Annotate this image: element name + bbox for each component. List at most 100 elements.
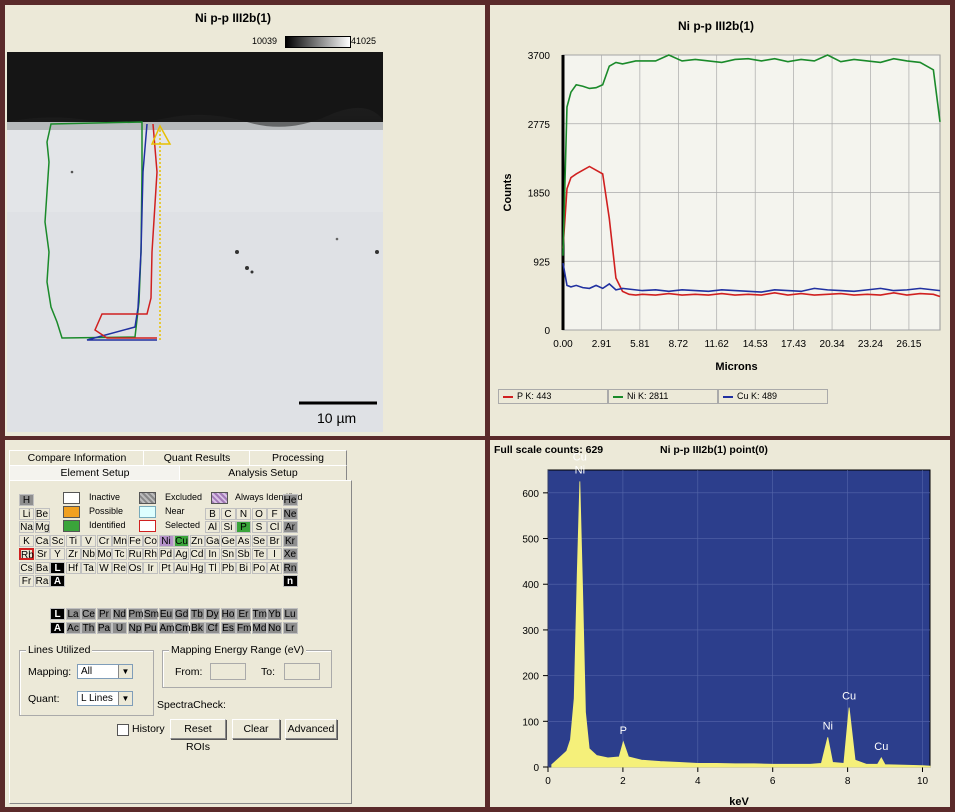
element-hf[interactable]: Hf xyxy=(65,561,81,574)
element-ce[interactable]: Ce xyxy=(81,608,96,620)
element-la[interactable]: La xyxy=(65,608,81,620)
reset-rois-button[interactable]: Reset ROIs xyxy=(170,719,226,753)
element-n[interactable]: n xyxy=(282,575,298,587)
element-au[interactable]: Au xyxy=(174,561,189,574)
element-tc[interactable]: Tc xyxy=(112,548,127,560)
element-i[interactable]: I xyxy=(267,548,282,560)
element-ra[interactable]: Ra xyxy=(34,575,50,587)
tab-processing[interactable]: Processing xyxy=(249,450,347,465)
element-cl[interactable]: Cl xyxy=(267,521,282,533)
tab-analysis-setup[interactable]: Analysis Setup xyxy=(179,465,347,480)
element-cs[interactable]: Cs xyxy=(19,561,34,574)
tab-compare-information[interactable]: Compare Information xyxy=(9,450,145,465)
element-li[interactable]: Li xyxy=(19,507,34,520)
spectrum-chart[interactable]: 0 2 4 6 8 100100200300400500600keVCuNiP NiCuCu xyxy=(490,440,950,807)
element-ga[interactable]: Ga xyxy=(205,534,220,547)
element-o[interactable]: O xyxy=(251,507,267,520)
element-bi[interactable]: Bi xyxy=(236,561,251,574)
element-si[interactable]: Si xyxy=(220,521,236,533)
element-mo[interactable]: Mo xyxy=(96,548,112,560)
element-fr[interactable]: Fr xyxy=(19,575,34,587)
element-ne[interactable]: Ne xyxy=(282,507,298,520)
element-eu[interactable]: Eu xyxy=(158,608,174,620)
mapping-select[interactable]: All ▼ xyxy=(77,664,133,679)
element-xe[interactable]: Xe xyxy=(282,548,298,560)
element-pm[interactable]: Pm xyxy=(127,608,144,620)
element-he[interactable]: He xyxy=(282,494,298,506)
element-h[interactable]: H xyxy=(19,494,34,506)
element-u[interactable]: U xyxy=(112,621,127,634)
element-yb[interactable]: Yb xyxy=(267,608,282,620)
element-cu[interactable]: Cu xyxy=(174,534,189,547)
element-am[interactable]: Am xyxy=(158,621,175,634)
chevron-down-icon[interactable]: ▼ xyxy=(118,665,132,678)
element-th[interactable]: Th xyxy=(81,621,96,634)
element-rb[interactable]: Rb xyxy=(19,548,34,561)
element-sr[interactable]: Sr xyxy=(34,548,50,560)
element-ru[interactable]: Ru xyxy=(127,548,143,560)
element-kr[interactable]: Kr xyxy=(282,534,298,547)
element-co[interactable]: Co xyxy=(143,534,158,547)
element-s[interactable]: S xyxy=(251,521,267,533)
element-ac[interactable]: Ac xyxy=(65,621,81,634)
element-ni[interactable]: Ni xyxy=(158,534,174,547)
element-at[interactable]: At xyxy=(267,561,282,574)
element-te[interactable]: Te xyxy=(251,548,267,560)
element-rn[interactable]: Rn xyxy=(282,561,298,574)
history-checkbox[interactable] xyxy=(117,724,129,736)
from-input[interactable] xyxy=(210,663,246,680)
element-ar[interactable]: Ar xyxy=(282,521,298,533)
element-pa[interactable]: Pa xyxy=(96,621,112,634)
element-gd[interactable]: Gd xyxy=(174,608,189,620)
element-os[interactable]: Os xyxy=(127,561,143,574)
element-w[interactable]: W xyxy=(96,561,112,574)
element-cm[interactable]: Cm xyxy=(174,621,191,634)
element-md[interactable]: Md xyxy=(251,621,267,634)
element-cf[interactable]: Cf xyxy=(205,621,220,634)
element-f[interactable]: F xyxy=(267,507,282,520)
tab-quant-results[interactable]: Quant Results xyxy=(143,450,251,465)
element-k[interactable]: K xyxy=(19,534,34,547)
advanced-button[interactable]: Advanced xyxy=(285,719,337,739)
element-es[interactable]: Es xyxy=(220,621,236,634)
element-l[interactable]: L xyxy=(50,561,65,574)
element-rh[interactable]: Rh xyxy=(143,548,158,560)
element-ti[interactable]: Ti xyxy=(65,534,81,547)
element-al[interactable]: Al xyxy=(205,521,220,533)
element-v[interactable]: V xyxy=(81,534,96,547)
element-er[interactable]: Er xyxy=(236,608,251,620)
element-no[interactable]: No xyxy=(267,621,282,634)
element-se[interactable]: Se xyxy=(251,534,267,547)
element-in[interactable]: In xyxy=(205,548,220,560)
to-input[interactable] xyxy=(284,663,320,680)
element-ge[interactable]: Ge xyxy=(220,534,236,547)
element-y[interactable]: Y xyxy=(50,548,65,560)
element-sn[interactable]: Sn xyxy=(220,548,236,560)
element-fe[interactable]: Fe xyxy=(127,534,143,547)
element-tm[interactable]: Tm xyxy=(251,608,267,620)
element-nb[interactable]: Nb xyxy=(81,548,96,560)
element-lu[interactable]: Lu xyxy=(282,608,298,620)
element-dy[interactable]: Dy xyxy=(205,608,220,620)
element-ba[interactable]: Ba xyxy=(34,561,50,574)
tab-element-setup[interactable]: Element Setup xyxy=(9,465,181,480)
element-zr[interactable]: Zr xyxy=(65,548,81,560)
element-ta[interactable]: Ta xyxy=(81,561,96,574)
element-n[interactable]: N xyxy=(236,507,251,520)
element-po[interactable]: Po xyxy=(251,561,267,574)
element-re[interactable]: Re xyxy=(112,561,127,574)
chevron-down-icon[interactable]: ▼ xyxy=(118,692,132,705)
element-hg[interactable]: Hg xyxy=(189,561,205,574)
element-pt[interactable]: Pt xyxy=(158,561,174,574)
element-tb[interactable]: Tb xyxy=(189,608,205,620)
element-pr[interactable]: Pr xyxy=(96,608,112,620)
element-a[interactable]: A xyxy=(50,575,65,587)
element-nd[interactable]: Nd xyxy=(112,608,127,620)
element-mn[interactable]: Mn xyxy=(112,534,127,547)
element-l[interactable]: L xyxy=(50,608,65,620)
element-mg[interactable]: Mg xyxy=(34,521,50,533)
quant-select[interactable]: L Lines ▼ xyxy=(77,691,133,706)
element-be[interactable]: Be xyxy=(34,507,50,520)
element-na[interactable]: Na xyxy=(19,521,34,533)
element-sm[interactable]: Sm xyxy=(143,608,159,620)
